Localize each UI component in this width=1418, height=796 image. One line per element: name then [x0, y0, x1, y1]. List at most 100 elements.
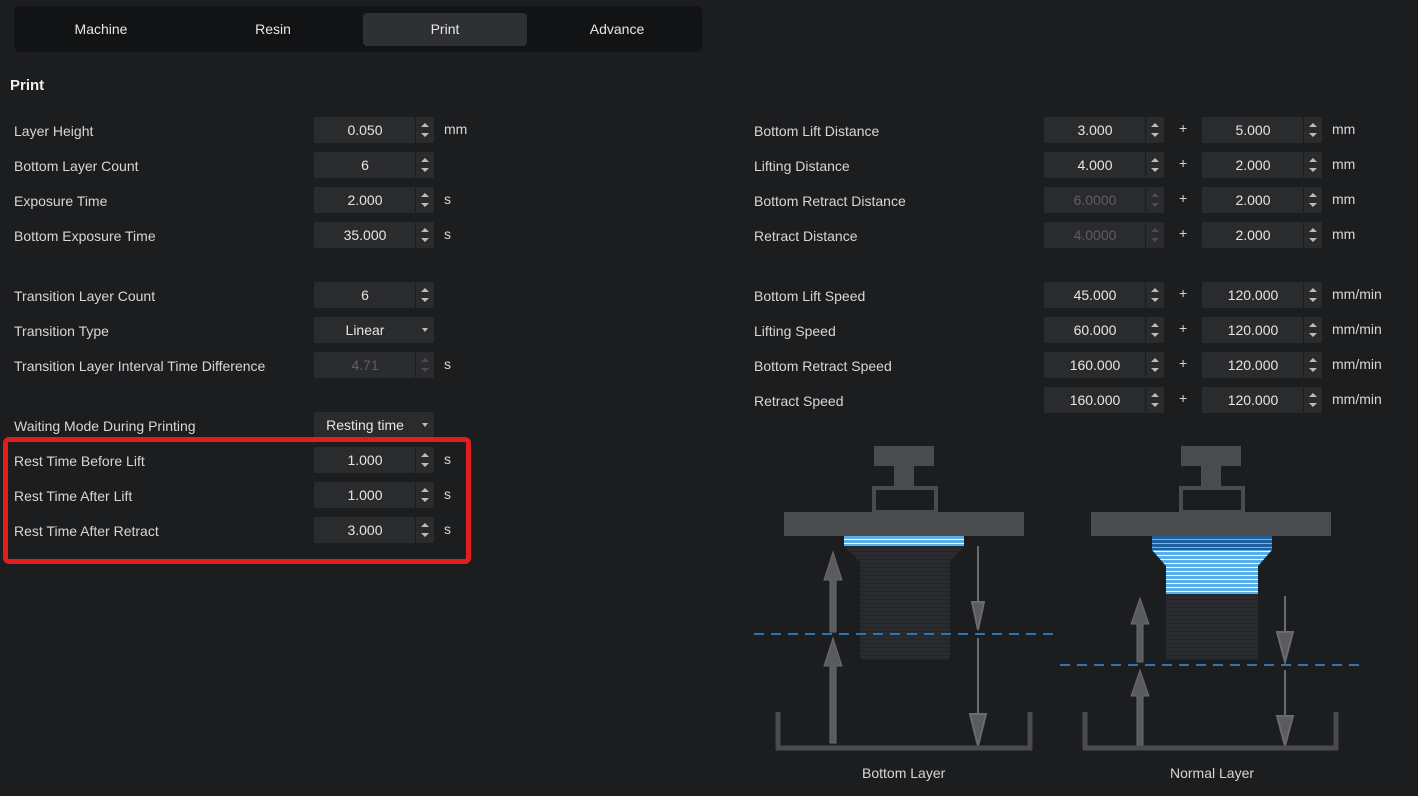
spin-arrows-icon[interactable]	[1303, 352, 1322, 378]
retract-speed-spinbox-1[interactable]: 160.000	[1044, 387, 1164, 413]
lifting-speed-row: Lifting Speed 60.000 + 120.000 mm/min	[754, 317, 1404, 343]
tab-machine[interactable]: Machine	[19, 13, 183, 46]
spin-arrows-icon[interactable]	[1303, 317, 1322, 343]
spin-arrows-icon[interactable]	[415, 222, 434, 248]
bottom-retract-distance-spinbox-2[interactable]: 2.000	[1202, 187, 1322, 213]
spin-arrows-icon[interactable]	[1145, 117, 1164, 143]
spin-arrows-icon[interactable]	[1145, 352, 1164, 378]
tab-resin[interactable]: Resin	[191, 13, 355, 46]
waiting-mode-value[interactable]: Resting time	[314, 412, 416, 438]
retract-distance-label: Retract Distance	[754, 228, 858, 244]
lifting-distance-spinbox-2[interactable]: 2.000	[1202, 152, 1322, 178]
unit-label: mm/min	[1332, 391, 1382, 407]
plus-sign: +	[1179, 390, 1188, 406]
spin-arrows-icon[interactable]	[1145, 317, 1164, 343]
spin-value[interactable]: 4.000	[1044, 152, 1146, 178]
tab-advance[interactable]: Advance	[535, 13, 699, 46]
plus-sign: +	[1179, 225, 1188, 241]
bottom-retract-distance-label: Bottom Retract Distance	[754, 193, 906, 209]
bottom-lift-speed-spinbox-2[interactable]: 120.000	[1202, 282, 1322, 308]
bottom-layer-count-spinbox[interactable]: 6	[314, 152, 434, 178]
unit-label: s	[444, 191, 451, 207]
spin-value[interactable]: 120.000	[1202, 317, 1304, 343]
bottom-retract-speed-spinbox-2[interactable]: 120.000	[1202, 352, 1322, 378]
spin-arrows-icon[interactable]	[415, 187, 434, 213]
spin-arrows-icon[interactable]	[1145, 282, 1164, 308]
retract-speed-spinbox-2[interactable]: 120.000	[1202, 387, 1322, 413]
retract-speed-row: Retract Speed 160.000 + 120.000 mm/min	[754, 387, 1404, 413]
layer-height-spinbox[interactable]: 0.050	[314, 117, 434, 143]
transition-type-dropdown[interactable]: Linear	[314, 317, 434, 343]
transition-type-row: Transition Type Linear	[14, 317, 474, 343]
bottom-exposure-time-value[interactable]: 35.000	[314, 222, 416, 248]
plus-sign: +	[1179, 355, 1188, 371]
spin-value[interactable]: 3.000	[1044, 117, 1146, 143]
exposure-time-spinbox[interactable]: 2.000	[314, 187, 434, 213]
lifting-distance-spinbox-1[interactable]: 4.000	[1044, 152, 1164, 178]
spin-value[interactable]: 160.000	[1044, 352, 1146, 378]
waiting-mode-row: Waiting Mode During Printing Resting tim…	[14, 412, 474, 438]
spin-arrows-icon[interactable]	[1303, 387, 1322, 413]
unit-label: mm/min	[1332, 321, 1382, 337]
lift-diagram	[754, 446, 1362, 751]
bottom-lift-speed-label: Bottom Lift Speed	[754, 288, 866, 304]
lifting-speed-spinbox-1[interactable]: 60.000	[1044, 317, 1164, 343]
spin-arrows-icon[interactable]	[415, 117, 434, 143]
transition-type-value[interactable]: Linear	[314, 317, 416, 343]
transition-interval-spinbox: 4.71	[314, 352, 434, 378]
lifting-speed-label: Lifting Speed	[754, 323, 836, 339]
unit-label: mm	[1332, 191, 1356, 207]
spin-arrows-icon[interactable]	[1303, 222, 1322, 248]
spin-arrows-icon[interactable]	[1303, 187, 1322, 213]
exposure-time-label: Exposure Time	[14, 193, 108, 209]
layer-height-value[interactable]: 0.050	[314, 117, 416, 143]
layer-height-row: Layer Height 0.050 mm	[14, 117, 474, 143]
bottom-layer-count-row: Bottom Layer Count 6	[14, 152, 474, 178]
spin-arrows-icon[interactable]	[1303, 282, 1322, 308]
spin-value[interactable]: 2.000	[1202, 222, 1304, 248]
lifting-speed-spinbox-2[interactable]: 120.000	[1202, 317, 1322, 343]
spin-arrows-icon[interactable]	[1303, 117, 1322, 143]
spin-value[interactable]: 120.000	[1202, 352, 1304, 378]
spin-value[interactable]: 45.000	[1044, 282, 1146, 308]
bottom-exposure-time-spinbox[interactable]: 35.000	[314, 222, 434, 248]
spin-value[interactable]: 5.000	[1202, 117, 1304, 143]
transition-interval-row: Transition Layer Interval Time Differenc…	[14, 352, 474, 378]
waiting-mode-dropdown[interactable]: Resting time	[314, 412, 434, 438]
bottom-exposure-time-row: Bottom Exposure Time 35.000 s	[14, 222, 474, 248]
lifting-distance-label: Lifting Distance	[754, 158, 850, 174]
spin-arrows-icon[interactable]	[415, 152, 434, 178]
spin-value[interactable]: 60.000	[1044, 317, 1146, 343]
bottom-retract-distance-spinbox-1: 6.0000	[1044, 187, 1164, 213]
transition-layer-count-spinbox[interactable]: 6	[314, 282, 434, 308]
unit-label: mm	[1332, 156, 1356, 172]
exposure-time-value[interactable]: 2.000	[314, 187, 416, 213]
spin-arrows-icon[interactable]	[415, 282, 434, 308]
bottom-layer-count-value[interactable]: 6	[314, 152, 416, 178]
exposure-time-row: Exposure Time 2.000 s	[14, 187, 474, 213]
spin-arrows-icon	[1145, 187, 1164, 213]
tab-print[interactable]: Print	[363, 13, 527, 46]
spin-value[interactable]: 120.000	[1202, 282, 1304, 308]
transition-layer-count-label: Transition Layer Count	[14, 288, 156, 304]
retract-distance-row: Retract Distance 4.0000 + 2.000 mm	[754, 222, 1404, 248]
bottom-layer-count-label: Bottom Layer Count	[14, 158, 139, 174]
plus-sign: +	[1179, 120, 1188, 136]
spin-arrows-icon[interactable]	[1303, 152, 1322, 178]
bottom-lift-speed-spinbox-1[interactable]: 45.000	[1044, 282, 1164, 308]
spin-value[interactable]: 2.000	[1202, 152, 1304, 178]
spin-value[interactable]: 120.000	[1202, 387, 1304, 413]
spin-value[interactable]: 160.000	[1044, 387, 1146, 413]
transition-layer-count-value[interactable]: 6	[314, 282, 416, 308]
spin-value[interactable]: 2.000	[1202, 187, 1304, 213]
chevron-down-icon[interactable]	[422, 423, 428, 427]
spin-value: 4.0000	[1073, 227, 1117, 243]
bottom-retract-speed-spinbox-1[interactable]: 160.000	[1044, 352, 1164, 378]
bottom-lift-distance-spinbox-2[interactable]: 5.000	[1202, 117, 1322, 143]
retract-distance-spinbox-2[interactable]: 2.000	[1202, 222, 1322, 248]
bottom-lift-distance-spinbox-1[interactable]: 3.000	[1044, 117, 1164, 143]
spin-arrows-icon[interactable]	[1145, 152, 1164, 178]
bottom-lift-distance-row: Bottom Lift Distance 3.000 + 5.000 mm	[754, 117, 1404, 143]
chevron-down-icon[interactable]	[422, 328, 428, 332]
spin-arrows-icon[interactable]	[1145, 387, 1164, 413]
